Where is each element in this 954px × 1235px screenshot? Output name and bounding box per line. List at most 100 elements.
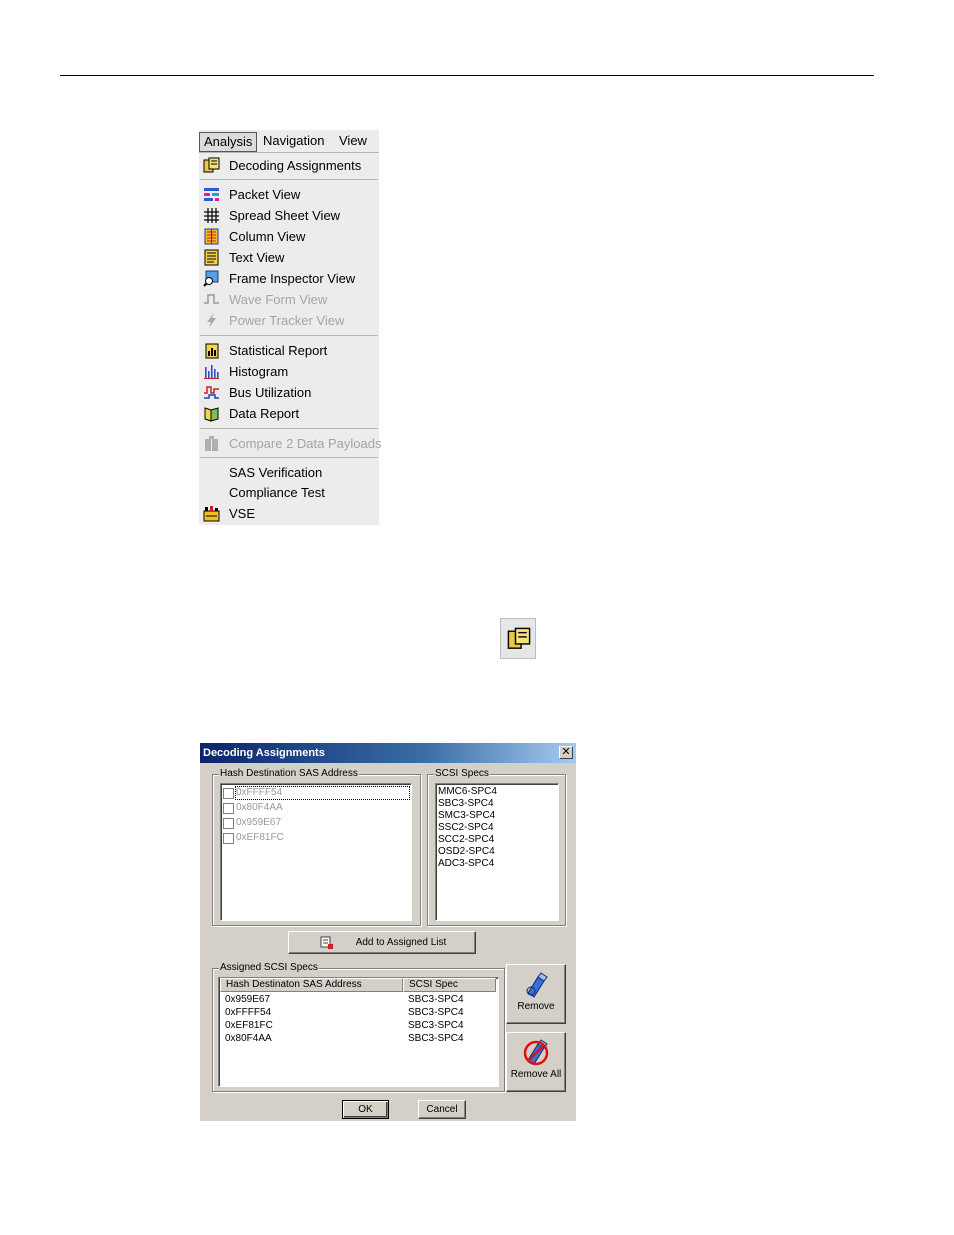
remove-all-button-label: Remove All (510, 1069, 562, 1080)
menu-separator (200, 179, 378, 180)
data-report-icon (204, 407, 219, 422)
column-header-hash-address[interactable]: Hash Destinaton SAS Address (220, 978, 403, 992)
row-scsi-spec: SBC3-SPC4 (408, 994, 464, 1005)
histogram-icon (204, 365, 219, 379)
ok-button-label: OK (358, 1104, 373, 1115)
dialog-title: Decoding Assignments (203, 747, 325, 759)
page-header-rule (60, 75, 874, 76)
column-view-icon (204, 228, 219, 245)
menu-item-label: Frame Inspector View (229, 271, 356, 286)
row-scsi-spec: SBC3-SPC4 (408, 1033, 464, 1044)
spreadsheet-grid-icon (204, 208, 219, 223)
menu-view[interactable]: View (339, 132, 367, 150)
menu-item-spread-sheet-view[interactable]: Spread Sheet View (199, 205, 379, 226)
remove-button[interactable]: Remove (506, 964, 566, 1024)
group-label: Hash Destination SAS Address (219, 768, 359, 780)
column-header-scsi-spec[interactable]: SCSI Spec (403, 978, 496, 992)
menu-item-label: Compare 2 Data Payloads (229, 436, 382, 451)
lightning-icon (207, 313, 216, 328)
menu-item-bus-utilization[interactable]: Bus Utilization (199, 382, 379, 403)
remove-button-label: Remove (517, 1001, 555, 1012)
menu-separator (200, 335, 378, 336)
decoding-assignments-dialog: Decoding Assignments ✕ Hash Destination … (200, 743, 576, 1121)
hash-address-label: 0x80F4AA (236, 802, 283, 813)
menu-item-label: Decoding Assignments (229, 158, 362, 173)
row-scsi-spec: SBC3-SPC4 (408, 1020, 464, 1031)
scsi-spec-item[interactable]: SSC2-SPC4 (438, 822, 494, 834)
text-view-icon (204, 249, 219, 266)
compare-icon (205, 436, 218, 451)
menu-item-wave-form-view[interactable]: Wave Form View (199, 289, 379, 310)
menu-item-histogram[interactable]: Histogram (199, 361, 379, 382)
hash-address-list[interactable]: 0xFFFF54 0x80F4AA 0x959E67 0xEF81FC (220, 783, 412, 921)
menu-item-label: Wave Form View (229, 292, 328, 307)
menu-item-compare-2-data-payloads[interactable]: Compare 2 Data Payloads (199, 433, 382, 454)
row-hash-address: 0xFFFF54 (225, 1007, 272, 1018)
scsi-spec-item[interactable]: OSD2-SPC4 (438, 846, 495, 858)
hash-destination-group: Hash Destination SAS Address 0xFFFF54 0x… (212, 768, 421, 926)
row-hash-address: 0x959E67 (225, 994, 271, 1005)
menu-item-decoding-assignments[interactable]: Decoding Assignments (199, 155, 379, 176)
menu-analysis[interactable]: Analysis (199, 132, 258, 152)
checkbox[interactable] (223, 833, 234, 844)
cancel-button-label: Cancel (426, 1104, 458, 1115)
checkbox[interactable] (223, 803, 234, 814)
group-label: Assigned SCSI Specs (219, 962, 319, 974)
menu-item-text-view[interactable]: Text View (199, 247, 379, 268)
row-hash-address: 0x80F4AA (225, 1033, 272, 1044)
menu-item-vse[interactable]: VSE (199, 503, 379, 524)
cancel-button[interactable]: Cancel (418, 1100, 466, 1119)
hash-address-label: 0xEF81FC (236, 832, 284, 843)
menu-item-data-report[interactable]: Data Report (199, 403, 379, 424)
checkbox[interactable] (223, 818, 234, 829)
menu-item-sas-verification[interactable]: SAS Verification (199, 462, 379, 483)
hash-address-label: 0xFFFF54 (235, 786, 410, 800)
menu-item-frame-inspector-view[interactable]: Frame Inspector View (199, 268, 379, 289)
menu-item-label: Power Tracker View (229, 313, 345, 328)
bus-utilization-icon (204, 386, 219, 399)
packet-view-icon (204, 188, 219, 201)
assigned-scsi-specs-group: Assigned SCSI Specs Hash Destinaton SAS … (212, 962, 505, 1092)
scsi-spec-item[interactable]: SCC2-SPC4 (438, 834, 494, 846)
scsi-specs-group: SCSI Specs MMC6-SPC4 SBC3-SPC4 SMC3-SPC4… (427, 768, 566, 926)
scsi-spec-item[interactable]: SBC3-SPC4 (438, 798, 494, 810)
menu-item-statistical-report[interactable]: Statistical Report (199, 340, 379, 361)
dialog-title-bar[interactable]: Decoding Assignments ✕ (200, 743, 576, 763)
add-to-assigned-list-button[interactable]: Add to Assigned List (288, 931, 476, 954)
menu-separator (200, 428, 378, 429)
eraser-icon (526, 972, 548, 998)
remove-all-icon (523, 1039, 549, 1066)
vse-icon (203, 506, 220, 522)
menu-item-column-view[interactable]: Column View (199, 226, 379, 247)
row-scsi-spec: SBC3-SPC4 (408, 1007, 464, 1018)
menu-item-label: Column View (229, 229, 306, 244)
menu-item-label: Packet View (229, 187, 301, 202)
close-button[interactable]: ✕ (559, 746, 573, 759)
assigned-specs-table[interactable]: Hash Destinaton SAS Address SCSI Spec 0x… (218, 977, 499, 1087)
decoding-assignments-toolbar-button[interactable] (500, 618, 536, 659)
menu-item-label: Text View (229, 250, 285, 265)
ok-button[interactable]: OK (342, 1100, 389, 1119)
statistical-report-icon (205, 343, 219, 359)
menu-item-label: Statistical Report (229, 343, 328, 358)
waveform-icon (204, 294, 219, 304)
menu-item-packet-view[interactable]: Packet View (199, 184, 379, 205)
scsi-spec-item[interactable]: ADC3-SPC4 (438, 858, 494, 870)
menu-item-label: Bus Utilization (229, 385, 312, 400)
menu-item-label: SAS Verification (229, 465, 323, 480)
add-button-label: Add to Assigned List (355, 937, 447, 948)
hash-address-item[interactable]: 0xFFFF54 (223, 786, 410, 801)
menu-item-power-tracker-view[interactable]: Power Tracker View (199, 310, 379, 331)
menu-bar: Analysis Navigation View (199, 130, 379, 153)
scsi-spec-item[interactable]: MMC6-SPC4 (438, 786, 497, 798)
checkbox[interactable] (223, 788, 234, 799)
menu-item-label: VSE (229, 506, 256, 521)
scsi-spec-item[interactable]: SMC3-SPC4 (438, 810, 495, 822)
remove-all-button[interactable]: Remove All (506, 1032, 566, 1092)
menu-item-compliance-test[interactable]: Compliance Test (199, 482, 379, 503)
scsi-specs-list[interactable]: MMC6-SPC4 SBC3-SPC4 SMC3-SPC4 SSC2-SPC4 … (435, 783, 559, 921)
hash-address-label: 0x959E67 (236, 817, 282, 828)
row-hash-address: 0xEF81FC (225, 1020, 273, 1031)
close-icon: ✕ (561, 746, 571, 758)
menu-navigation[interactable]: Navigation (263, 132, 324, 150)
